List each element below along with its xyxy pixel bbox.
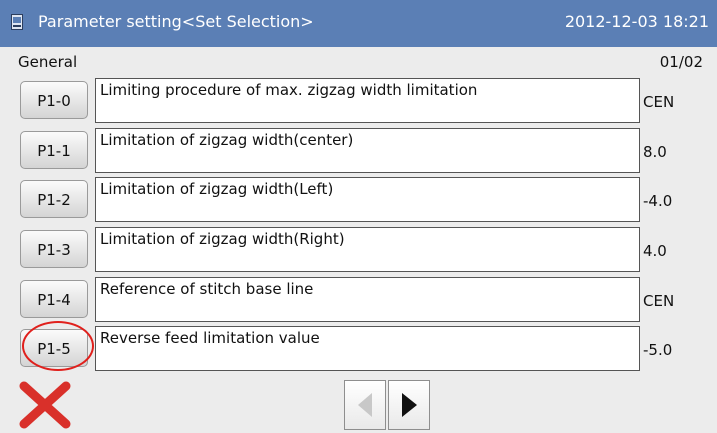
param-description-box[interactable]: Reference of stitch base line	[95, 277, 640, 322]
param-description-box[interactable]: Limitation of zigzag width(Right)	[95, 227, 640, 272]
datetime: 2012-12-03 18:21	[564, 12, 709, 31]
param-row: P1-5 Reverse feed limitation value -5.0	[0, 326, 717, 372]
page-number: 01/02	[659, 53, 703, 71]
group-label: General	[18, 53, 78, 71]
close-icon[interactable]	[16, 380, 74, 430]
window-title: Parameter setting<Set Selection>	[38, 12, 314, 31]
param-description-box[interactable]: Limitation of zigzag width(Left)	[95, 177, 640, 222]
param-button[interactable]: P1-2	[20, 180, 88, 218]
param-description: Limitation of zigzag width(center)	[100, 131, 354, 149]
param-button[interactable]: P1-1	[20, 131, 88, 169]
param-description: Limitation of zigzag width(Left)	[100, 180, 334, 198]
prev-page-button[interactable]	[344, 380, 386, 430]
param-value: CEN	[643, 93, 675, 111]
param-button[interactable]: P1-5	[20, 329, 88, 367]
param-row: P1-4 Reference of stitch base line CEN	[0, 277, 717, 323]
param-value: -5.0	[643, 341, 673, 359]
param-button[interactable]: P1-3	[20, 230, 88, 268]
title-bar: Parameter setting<Set Selection> 2012-12…	[0, 0, 717, 47]
document-icon	[11, 14, 23, 30]
param-value: 8.0	[643, 143, 667, 161]
param-description: Limitation of zigzag width(Right)	[100, 230, 345, 248]
arrow-left-icon	[358, 393, 372, 417]
param-description-box[interactable]: Limitation of zigzag width(center)	[95, 128, 640, 173]
param-button[interactable]: P1-4	[20, 280, 88, 318]
arrow-right-icon	[402, 393, 417, 417]
param-description: Limiting procedure of max. zigzag width …	[100, 81, 478, 99]
param-button[interactable]: P1-0	[20, 81, 88, 119]
param-description-box[interactable]: Limiting procedure of max. zigzag width …	[95, 78, 640, 123]
param-value: CEN	[643, 292, 675, 310]
param-row: P1-2 Limitation of zigzag width(Left) -4…	[0, 177, 717, 223]
param-value: -4.0	[643, 192, 673, 210]
param-description: Reference of stitch base line	[100, 280, 314, 298]
param-row: P1-3 Limitation of zigzag width(Right) 4…	[0, 227, 717, 273]
param-row: P1-0 Limiting procedure of max. zigzag w…	[0, 78, 717, 124]
param-description-box[interactable]: Reverse feed limitation value	[95, 326, 640, 371]
param-row: P1-1 Limitation of zigzag width(center) …	[0, 128, 717, 174]
param-description: Reverse feed limitation value	[100, 329, 320, 347]
next-page-button[interactable]	[388, 380, 430, 430]
param-value: 4.0	[643, 242, 667, 260]
